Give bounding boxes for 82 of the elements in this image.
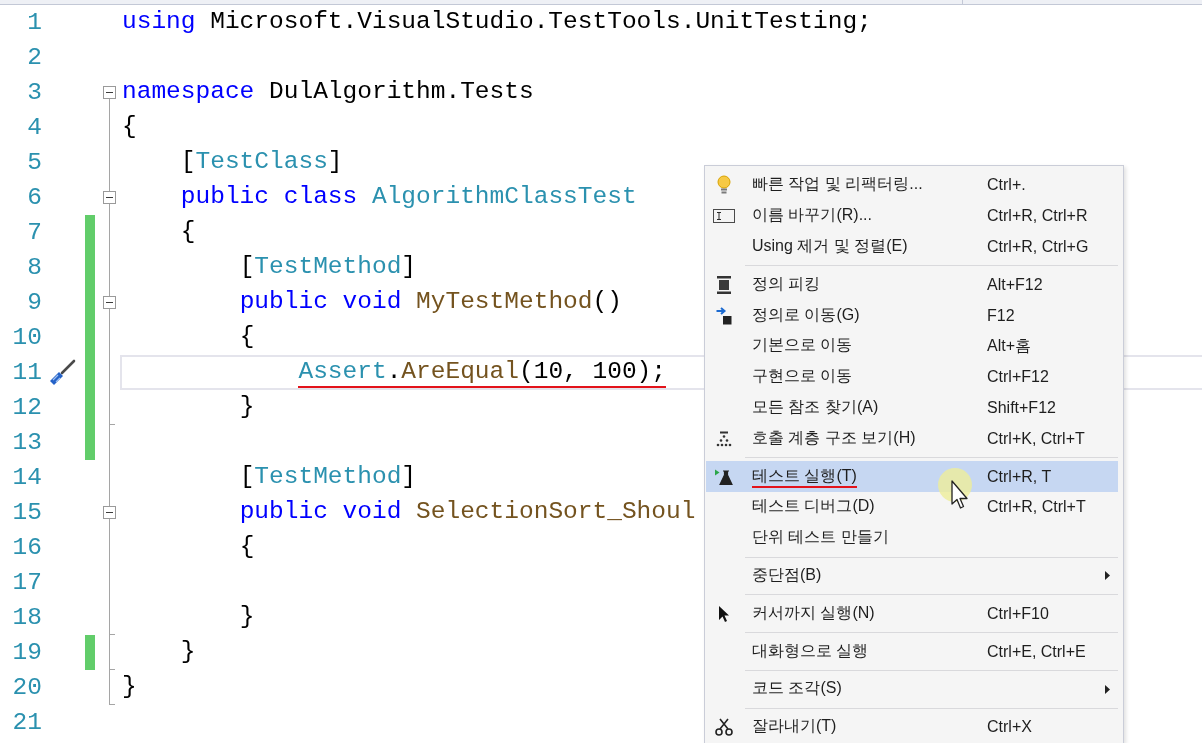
line-number: 18 [11,603,43,633]
menu-item[interactable]: 정의로 이동(G) F12 [706,300,1118,331]
collapse-icon[interactable] [102,86,116,99]
line-number: 21 [11,708,43,738]
menu-item[interactable]: 코드 조각(S) [706,673,1118,705]
line-number: 17 [11,568,43,598]
shortcut-text: Ctrl+R, Ctrl+T [987,498,1086,516]
menu-item[interactable]: 대화형으로 실행 Ctrl+E, Ctrl+E [706,636,1118,667]
shortcut-text: Ctrl+F10 [987,604,1049,622]
menu-item[interactable]: 정의 피킹 Alt+F12 [706,269,1118,301]
screwdriver-icon[interactable] [48,358,76,387]
mouse-pointer-icon [935,465,973,512]
line-number: 7 [26,218,43,248]
line-number: 14 [11,463,43,493]
code-line: public void SelectionSort_Shoul [239,497,696,527]
line-number: 10 [11,323,43,353]
dot-pyramid-icon [716,430,732,447]
line-number: 4 [26,113,43,143]
shortcut-text: Shift+F12 [987,398,1056,416]
code-line: public void MyTestMethod() [239,287,622,317]
arrow-pointer-icon [718,604,730,623]
code-line: public class AlgorithmClassTest [180,182,637,212]
scissors-icon [715,718,733,737]
line-number: 2 [26,43,43,73]
shortcut-text: Ctrl+R, Ctrl+R [987,207,1088,225]
code-line: [TestMethod] [239,462,417,492]
shortcut-text: Ctrl+X [987,718,1032,736]
shortcut-text: Ctrl+R, Ctrl+G [987,238,1089,255]
shortcut-text: F12 [987,306,1015,324]
line-number: 6 [26,183,43,213]
menu-item[interactable]: 단위 테스트 만들기 [706,522,1118,554]
code-line: { [180,217,196,247]
shortcut-text: Ctrl+. [987,176,1026,194]
shortcut-text: Ctrl+K, Ctrl+T [987,429,1085,447]
menu-item[interactable]: 잘라내기(T) Ctrl+X [706,711,1118,743]
line-number: 20 [11,673,43,703]
line-number: 12 [11,393,43,423]
line-number: 5 [26,148,43,178]
menu-item[interactable]: 중단점(B) [706,560,1118,592]
menu-item[interactable]: 모든 참조 찾기(A) Shift+F12 [706,392,1118,424]
menu-item[interactable]: 빠른 작업 및 리팩터링... Ctrl+. [706,170,1118,201]
code-line: namespace DulAlgorithm.Tests [122,77,534,107]
line-number: 13 [11,428,43,458]
menu-item[interactable]: 이름 바꾸기(R)... Ctrl+R, Ctrl+R [706,200,1118,232]
code-line: } [180,637,196,667]
menu-item[interactable]: 호출 계층 구조 보기(H) Ctrl+K, Ctrl+T [706,423,1118,455]
collapse-icon[interactable] [102,296,116,309]
line-number: 15 [11,498,43,528]
code-line: } [239,602,255,632]
line-number: 19 [11,638,43,668]
line-number: 16 [11,533,43,563]
line-number: 1 [26,8,43,38]
shortcut-text: Ctrl+F12 [987,368,1049,386]
shortcut-text: Ctrl+E, Ctrl+E [987,642,1086,660]
code-line: { [239,532,255,562]
code-line: [TestMethod] [239,252,417,282]
code-line: [TestClass] [180,147,343,177]
shortcut-text: Ctrl+R, T [987,467,1052,485]
line-number: 9 [26,288,43,318]
menu-item[interactable]: Using 제거 및 정렬(E) Ctrl+R, Ctrl+G [706,231,1118,263]
lightbulb-icon [716,175,732,196]
line-number: 3 [26,78,43,108]
menu-item[interactable]: 커서까지 실행(N) Ctrl+F10 [706,598,1118,630]
menu-item[interactable]: 테스트 디버그(D) Ctrl+R, Ctrl+T [706,491,1118,523]
menu-item[interactable]: 기본으로 이동 Alt+홈 [706,331,1118,362]
code-line: } [239,392,255,422]
arrow-square-icon [716,306,732,325]
code-line: } [122,672,137,702]
collapse-icon[interactable] [102,191,116,204]
shortcut-text: Alt+F12 [987,275,1043,293]
code-line: Assert.AreEqual(10, 100); [298,357,666,388]
flask-icon [714,468,734,485]
code-line: using Microsoft.VisualStudio.TestTools.UnitTesting; [122,7,872,37]
line-number: 11 [11,358,43,388]
menu-item[interactable]: 구현으로 이동 Ctrl+F12 [706,361,1118,393]
text-field-icon [713,209,735,224]
shortcut-text: Alt+홈 [987,336,1031,354]
line-number: 8 [26,253,43,283]
code-line: { [122,112,137,142]
collapse-icon[interactable] [102,506,116,519]
code-line: { [239,322,255,352]
page-icon [717,275,731,294]
